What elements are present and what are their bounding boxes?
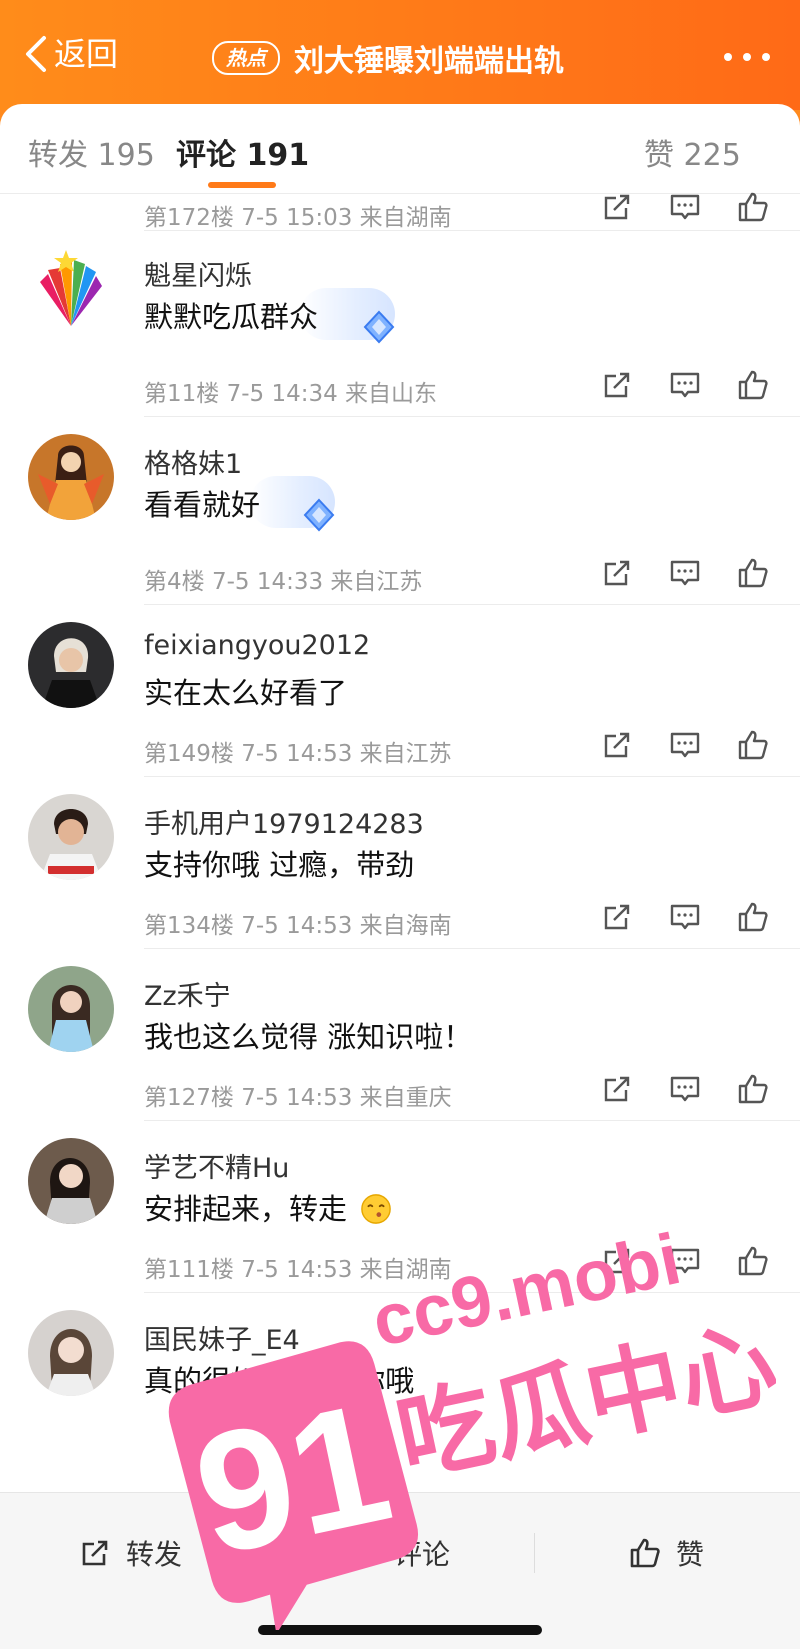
share-icon[interactable]	[600, 556, 634, 590]
back-button[interactable]: 返回	[22, 34, 118, 74]
comment-label: 评论	[394, 1538, 451, 1571]
divider	[144, 230, 800, 231]
divider	[144, 416, 800, 417]
share-icon	[82, 1540, 108, 1566]
tab-active-indicator	[208, 182, 276, 188]
more-dot	[743, 53, 751, 61]
tab-repost[interactable]: 转发 195	[28, 130, 155, 174]
comment-meta: 第11楼 7-5 14:34 来自山东	[144, 381, 438, 407]
comment-actions	[600, 368, 770, 402]
avatar[interactable]	[28, 1138, 114, 1224]
like-label: 赞	[676, 1538, 705, 1571]
content-card: 转发 195 评论 191 赞 225 第172楼 7-5 15:03 来自湖南	[0, 104, 800, 1649]
comment-icon[interactable]	[668, 368, 702, 402]
diamond-badge-icon	[363, 310, 395, 344]
comment-actions	[600, 728, 770, 762]
comment-username[interactable]: 手机用户1979124283	[144, 802, 424, 841]
diamond-badge-icon	[303, 498, 335, 532]
comment-icon[interactable]	[668, 900, 702, 934]
more-button[interactable]	[724, 44, 770, 68]
comment-icon[interactable]	[668, 728, 702, 762]
comment-icon[interactable]	[668, 190, 702, 224]
comment-actions	[600, 556, 770, 590]
back-label: 返回	[54, 35, 119, 73]
avatar[interactable]	[28, 622, 114, 708]
comment-button[interactable]: 评论	[346, 1533, 450, 1573]
divider	[144, 604, 800, 605]
page-title: 刘大锤曝刘端端出轨	[294, 44, 564, 79]
page-title-area: 热点 刘大锤曝刘端端出轨	[212, 36, 564, 80]
tab-likes[interactable]: 赞 225	[644, 130, 741, 174]
thumbs-up-icon[interactable]	[736, 556, 770, 590]
comment-username[interactable]: 学艺不精Hu	[144, 1146, 289, 1185]
comment-username[interactable]: feixiangyou2012	[144, 630, 370, 661]
comment-actions	[600, 190, 770, 224]
comment-meta: 第172楼 7-5 15:03 来自湖南	[144, 205, 452, 231]
avatar[interactable]	[28, 794, 114, 880]
comment-username[interactable]: Zz禾宁	[144, 974, 231, 1013]
share-icon[interactable]	[600, 368, 634, 402]
home-indicator	[258, 1625, 542, 1635]
repost-button[interactable]: 转发	[78, 1533, 182, 1573]
comment-meta: 第134楼 7-5 14:53 来自海南	[144, 913, 452, 939]
share-icon[interactable]	[600, 728, 634, 762]
tab-comments[interactable]: 评论 191	[176, 130, 309, 174]
thumbs-up-icon[interactable]	[736, 1072, 770, 1106]
more-dots-icon	[724, 53, 732, 61]
comment-text: 默默吃瓜群众	[144, 300, 319, 334]
thumbs-up-icon[interactable]	[736, 900, 770, 934]
avatar[interactable]	[28, 246, 114, 332]
share-icon[interactable]	[600, 1072, 634, 1106]
thumbs-up-icon[interactable]	[736, 1244, 770, 1278]
kiss-emoji-icon	[361, 1194, 392, 1224]
comment-username[interactable]: 魁星闪烁	[144, 254, 252, 293]
divider	[144, 1292, 800, 1293]
comment-text: 看看就好	[144, 488, 261, 522]
comment-text: 安排起来，转走	[144, 1186, 392, 1228]
share-icon[interactable]	[600, 1244, 634, 1278]
comment-meta: 第149楼 7-5 14:53 来自江苏	[144, 741, 452, 767]
comment-username[interactable]: 格格妹1	[144, 442, 242, 481]
divider	[144, 776, 800, 777]
comment-text: 支持你哦 过瘾，带劲	[144, 848, 415, 882]
thumbs-up-icon[interactable]	[736, 368, 770, 402]
tab-bar: 转发 195 评论 191 赞 225	[0, 104, 800, 194]
bottom-bar-separator	[534, 1533, 535, 1573]
share-icon[interactable]	[600, 900, 634, 934]
more-dot	[762, 53, 770, 61]
avatar[interactable]	[28, 1310, 114, 1396]
comment-meta: 第4楼 7-5 14:33 来自江苏	[144, 569, 423, 595]
comment-actions	[600, 900, 770, 934]
divider	[144, 1120, 800, 1121]
comment-username[interactable]: 国民妹子_E4	[144, 1318, 300, 1357]
comment-actions	[600, 1244, 770, 1278]
bottom-action-bar: 转发 评论 赞	[0, 1492, 800, 1649]
chevron-left-icon	[26, 36, 46, 72]
top-nav-bar: 返回 热点 刘大锤曝刘端端出轨	[0, 0, 800, 110]
thumbs-up-icon[interactable]	[736, 190, 770, 224]
comment-actions	[600, 1072, 770, 1106]
hot-badge: 热点	[212, 41, 280, 75]
share-icon[interactable]	[600, 190, 634, 224]
avatar[interactable]	[28, 966, 114, 1052]
comment-icon[interactable]	[668, 1072, 702, 1106]
comment-text-content: 安排起来，转走	[144, 1192, 348, 1226]
divider	[144, 948, 800, 949]
thumbs-up-icon[interactable]	[736, 728, 770, 762]
comment-icon[interactable]	[668, 556, 702, 590]
comment-text: 实在太么好看了	[144, 676, 348, 710]
comment-meta: 第111楼 7-5 14:53 来自湖南	[144, 1257, 452, 1283]
comment-meta: 第127楼 7-5 14:53 来自重庆	[144, 1085, 452, 1111]
thumbs-up-icon	[630, 1538, 660, 1568]
comment-text: 我也这么觉得 涨知识啦！	[144, 1020, 473, 1054]
comment-icon[interactable]	[668, 1244, 702, 1278]
avatar[interactable]	[28, 434, 114, 520]
repost-label: 转发	[126, 1538, 183, 1571]
like-button[interactable]: 赞	[628, 1533, 704, 1573]
comment-text: 真的很好哎 支持你哦	[144, 1364, 415, 1398]
comment-icon	[348, 1540, 378, 1566]
